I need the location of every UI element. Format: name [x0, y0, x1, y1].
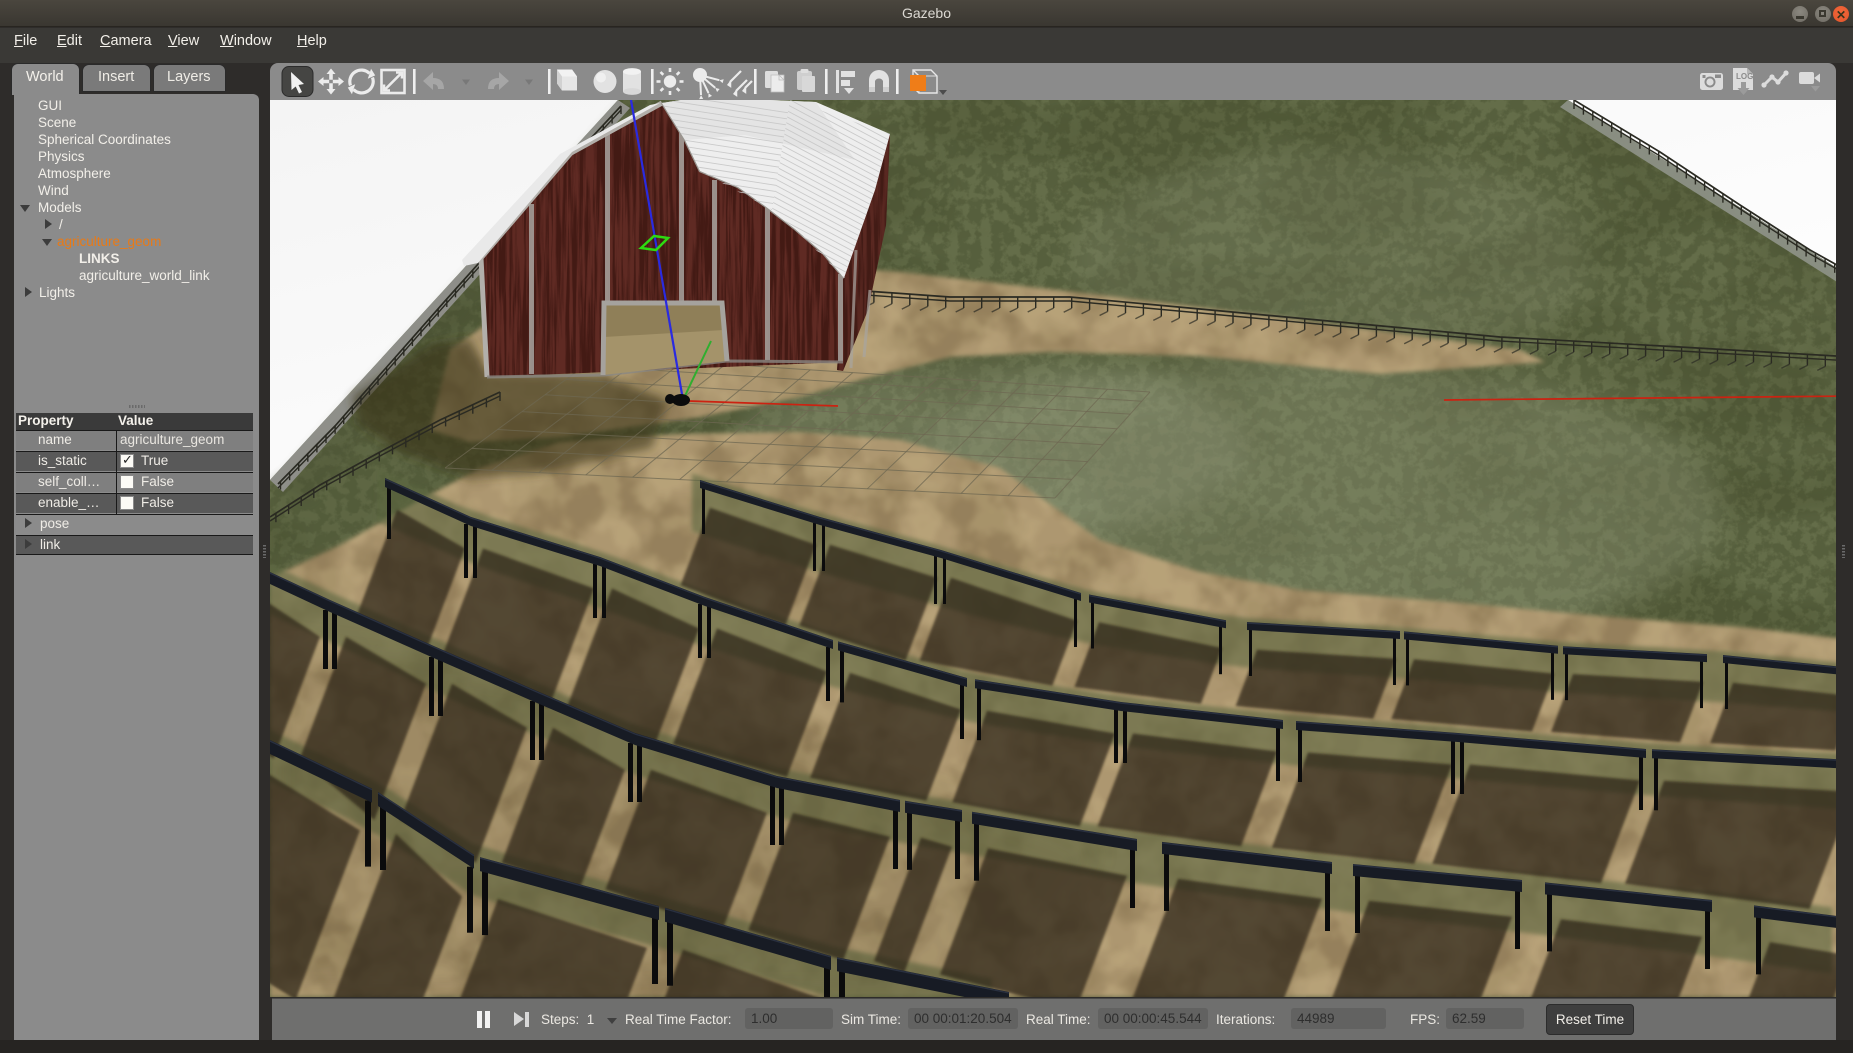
svg-text:LOG: LOG: [1736, 72, 1753, 81]
